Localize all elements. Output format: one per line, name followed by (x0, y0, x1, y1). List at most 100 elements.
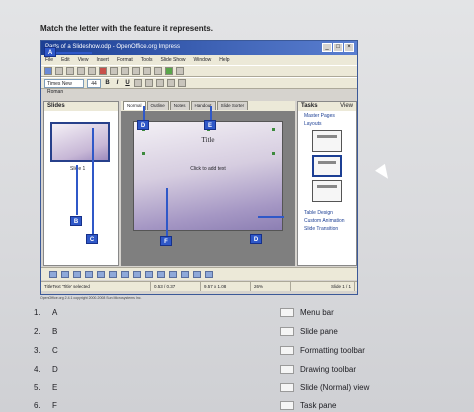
text-icon[interactable] (97, 270, 105, 278)
question-letter: F (52, 401, 57, 410)
selection-handle[interactable] (272, 152, 275, 155)
leader-line (76, 165, 78, 215)
marker-f: F (160, 236, 172, 246)
menu-help[interactable]: Help (219, 57, 229, 63)
tab-slide-sorter[interactable]: Slide Sorter (216, 101, 249, 110)
question-letter: A (52, 308, 58, 317)
answer-row: Task pane (280, 401, 336, 410)
basic-shapes-icon[interactable] (133, 270, 141, 278)
question-row: 2. B (34, 327, 57, 336)
bullets-icon[interactable] (167, 79, 175, 87)
menu-tools[interactable]: Tools (141, 57, 153, 63)
status-size: 9.57 x 1.08 (201, 282, 251, 291)
menu-bar: File Edit View Insert Format Tools Slide… (41, 55, 357, 65)
answer-label: Drawing toolbar (300, 365, 357, 374)
question-number: 3. (34, 346, 41, 355)
task-table-design[interactable]: Table Design (298, 208, 356, 216)
curve-icon[interactable] (109, 270, 117, 278)
underline-button[interactable]: U (124, 80, 131, 86)
select-arrow-icon[interactable] (49, 270, 57, 278)
answer-row: Slide pane (280, 327, 338, 336)
question-number: 6. (34, 401, 41, 410)
paste-icon[interactable] (132, 67, 140, 75)
open-icon[interactable] (55, 67, 63, 75)
standard-toolbar (41, 65, 357, 77)
italic-button[interactable]: I (114, 80, 121, 86)
selection-handle[interactable] (272, 128, 275, 131)
ellipse-icon[interactable] (85, 270, 93, 278)
spellcheck-icon[interactable] (99, 67, 107, 75)
answer-row: Drawing toolbar (280, 365, 356, 374)
font-size-box[interactable]: 44 (87, 78, 101, 88)
slide-canvas[interactable]: Title Click to add text (133, 121, 283, 231)
align-right-icon[interactable] (156, 79, 164, 87)
symbol-shapes-icon[interactable] (145, 270, 153, 278)
flowchart-icon[interactable] (169, 270, 177, 278)
impress-window: Parts of a Slideshow.odp - OpenOffice.or… (40, 40, 358, 295)
menu-view[interactable]: View (78, 57, 89, 63)
task-master-pages[interactable]: Master Pages (298, 111, 356, 119)
table-icon[interactable] (176, 67, 184, 75)
stars-icon[interactable] (193, 270, 201, 278)
font-name-box[interactable]: Times New Roman (44, 78, 84, 95)
layout-option-selected[interactable] (312, 155, 342, 177)
menu-format[interactable]: Format (117, 57, 133, 63)
layout-option[interactable] (312, 180, 342, 202)
callouts-icon[interactable] (181, 270, 189, 278)
connector-icon[interactable] (121, 270, 129, 278)
chart-icon[interactable] (165, 67, 173, 75)
answer-input[interactable] (280, 401, 294, 410)
minimize-icon[interactable]: _ (322, 43, 332, 52)
leader-line (92, 128, 94, 234)
answer-input[interactable] (280, 365, 294, 374)
selection-handle[interactable] (142, 152, 145, 155)
cut-icon[interactable] (110, 67, 118, 75)
redo-icon[interactable] (154, 67, 162, 75)
marker-d-pane: D (250, 234, 262, 244)
indent-icon[interactable] (178, 79, 186, 87)
slide-title-placeholder[interactable]: Title (134, 136, 282, 144)
align-center-icon[interactable] (145, 79, 153, 87)
preview-icon[interactable] (88, 67, 96, 75)
menu-slide-show[interactable]: Slide Show (160, 57, 185, 63)
copy-icon[interactable] (121, 67, 129, 75)
rectangle-icon[interactable] (73, 270, 81, 278)
tasks-pane-title: Tasks (301, 103, 318, 109)
close-icon[interactable]: × (344, 43, 354, 52)
maximize-icon[interactable]: □ (333, 43, 343, 52)
print-icon[interactable] (77, 67, 85, 75)
undo-icon[interactable] (143, 67, 151, 75)
menu-window[interactable]: Window (194, 57, 212, 63)
status-zoom[interactable]: 26% (251, 282, 291, 291)
tab-handout[interactable]: Handout (190, 101, 216, 110)
tasks-view-menu[interactable]: View (340, 103, 353, 109)
save-icon[interactable] (66, 67, 74, 75)
tab-notes[interactable]: Notes (169, 101, 190, 110)
tab-outline[interactable]: Outline (146, 101, 169, 110)
task-layouts[interactable]: Layouts (298, 119, 356, 127)
leader-line (210, 106, 212, 120)
slide-body-placeholder[interactable]: Click to add text (134, 166, 282, 172)
3d-objects-icon[interactable] (205, 270, 213, 278)
copyright-text: OpenOffice.org 2.4.1 copyright 2000-2008… (40, 296, 142, 300)
slides-pane-title: Slides (44, 102, 118, 111)
task-custom-animation[interactable]: Custom Animation (298, 216, 356, 224)
layout-option[interactable] (312, 130, 342, 152)
marker-d: D (137, 120, 149, 130)
leader-line (143, 106, 145, 120)
answer-input[interactable] (280, 383, 294, 392)
task-slide-transition[interactable]: Slide Transition (298, 224, 356, 232)
answer-input[interactable] (280, 308, 294, 317)
block-arrows-icon[interactable] (157, 270, 165, 278)
bold-button[interactable]: B (104, 80, 111, 86)
new-icon[interactable] (44, 67, 52, 75)
line-icon[interactable] (61, 270, 69, 278)
marker-a: A (44, 47, 56, 57)
answer-input[interactable] (280, 327, 294, 336)
answer-input[interactable] (280, 346, 294, 355)
slide-thumbnail[interactable] (50, 122, 110, 162)
menu-insert[interactable]: Insert (96, 57, 109, 63)
menu-edit[interactable]: Edit (61, 57, 70, 63)
align-left-icon[interactable] (134, 79, 142, 87)
view-tabs: Normal Outline Notes Handout Slide Sorte… (121, 101, 295, 111)
